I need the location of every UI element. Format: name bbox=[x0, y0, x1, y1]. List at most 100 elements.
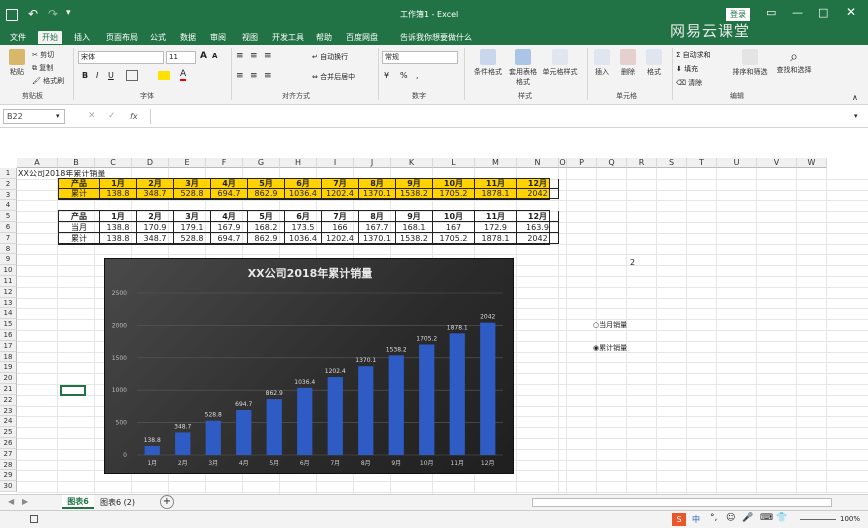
selected-cell-b22[interactable] bbox=[60, 385, 86, 396]
sort-filter-button[interactable]: 排序和筛选 bbox=[728, 49, 772, 77]
table-cell[interactable]: 172.9 bbox=[475, 222, 517, 233]
table-cell[interactable]: 1月 bbox=[100, 179, 137, 189]
table-cell[interactable]: 1202.4 bbox=[322, 189, 359, 199]
column-header[interactable]: E bbox=[169, 158, 206, 168]
insert-function-icon[interactable]: fx bbox=[130, 109, 142, 124]
wrap-text-button[interactable]: ↵ 自动换行 bbox=[312, 52, 348, 62]
ime-chinese-icon[interactable]: 中 bbox=[692, 514, 700, 525]
clear-button[interactable]: ⌫ 清除 bbox=[676, 78, 702, 88]
next-sheet-icon[interactable]: ▶ bbox=[22, 497, 28, 506]
table-cell[interactable]: 1878.1 bbox=[475, 189, 517, 199]
table-cell[interactable]: 167.9 bbox=[211, 222, 248, 233]
row-header[interactable]: 25 bbox=[0, 427, 17, 438]
grow-font-icon[interactable]: A bbox=[200, 51, 207, 61]
column-header[interactable]: P bbox=[567, 158, 597, 168]
table-cell[interactable]: 8月 bbox=[359, 179, 396, 189]
currency-icon[interactable]: ¥ bbox=[384, 71, 389, 80]
zoom-level[interactable]: 100% bbox=[840, 515, 860, 523]
table-cell[interactable]: 528.8 bbox=[174, 233, 211, 244]
underline-icon[interactable]: U bbox=[108, 71, 114, 80]
format-cells-button[interactable]: 格式 bbox=[642, 49, 666, 77]
table-cell[interactable]: 179.1 bbox=[174, 222, 211, 233]
table-cell[interactable]: 4月 bbox=[211, 179, 248, 189]
row-header[interactable]: 21 bbox=[0, 384, 17, 395]
expand-formula-icon[interactable]: ▾ bbox=[854, 112, 858, 120]
cell-p9[interactable]: 2 bbox=[630, 259, 635, 267]
radio-monthly[interactable]: ○当月销量 bbox=[593, 320, 627, 330]
ribbon-display-icon[interactable]: ▭ bbox=[766, 6, 776, 19]
row-header[interactable]: 4 bbox=[0, 200, 17, 212]
table-cell[interactable]: 12月 bbox=[517, 179, 559, 189]
table-cell[interactable]: 348.7 bbox=[137, 233, 174, 244]
table-cell[interactable]: 170.9 bbox=[137, 222, 174, 233]
table-cell[interactable]: 1538.2 bbox=[396, 189, 433, 199]
row-header[interactable]: 20 bbox=[0, 373, 17, 384]
sheet-tab-1[interactable]: 图表6 bbox=[62, 495, 94, 509]
font-color-icon[interactable]: A bbox=[180, 69, 187, 81]
collapse-ribbon-icon[interactable]: ∧ bbox=[852, 93, 858, 102]
format-painter-button[interactable]: 🖌 格式刷 bbox=[32, 76, 64, 86]
row-header[interactable]: 13 bbox=[0, 297, 17, 309]
table-cell[interactable]: 694.7 bbox=[211, 189, 248, 199]
insert-cells-button[interactable]: 插入 bbox=[590, 49, 614, 77]
sheet-tab-2[interactable]: 图表6 (2) bbox=[100, 497, 135, 508]
column-header[interactable]: A bbox=[17, 158, 58, 168]
table-cell[interactable]: 1370.1 bbox=[359, 233, 396, 244]
row-header[interactable]: 18 bbox=[0, 351, 17, 363]
table-cell[interactable]: 1370.1 bbox=[359, 189, 396, 199]
row-header[interactable]: 16 bbox=[0, 330, 17, 341]
copy-button[interactable]: ⧉ 复制 bbox=[32, 63, 53, 73]
column-header[interactable]: G bbox=[243, 158, 280, 168]
table-cell[interactable]: 1705.2 bbox=[433, 189, 475, 199]
row-header[interactable]: 22 bbox=[0, 394, 17, 406]
table-cell[interactable]: 2月 bbox=[137, 179, 174, 189]
table-cumulative[interactable]: 产品 1月 2月 3月 4月 5月 6月 7月 8月 9月 10月 11月 12月 累计 138.8 348.… bbox=[58, 178, 559, 200]
table-cell[interactable]: 1036.4 bbox=[285, 189, 322, 199]
column-header[interactable]: J bbox=[354, 158, 391, 168]
find-select-button[interactable]: ⌕ 查找和选择 bbox=[774, 49, 814, 75]
formula-input[interactable] bbox=[150, 109, 850, 124]
column-header[interactable]: Q bbox=[597, 158, 627, 168]
number-format-select[interactable]: 常规 bbox=[382, 51, 458, 64]
maximize-icon[interactable]: □ bbox=[818, 6, 828, 19]
row-header[interactable]: 11 bbox=[0, 276, 17, 287]
tab-insert[interactable]: 插入 bbox=[70, 31, 94, 44]
row-header[interactable]: 27 bbox=[0, 448, 17, 460]
row-header[interactable]: 28 bbox=[0, 459, 17, 471]
table-cell[interactable]: 产品 bbox=[59, 211, 100, 222]
table-cell[interactable]: 138.8 bbox=[100, 222, 137, 233]
row-header[interactable]: 10 bbox=[0, 265, 17, 276]
column-header[interactable]: L bbox=[433, 158, 475, 168]
column-header[interactable]: D bbox=[132, 158, 169, 168]
table-cell[interactable]: 138.8 bbox=[100, 189, 137, 199]
row-header[interactable]: 6 bbox=[0, 222, 17, 233]
table-cell[interactable]: 167.7 bbox=[359, 222, 396, 233]
autosum-button[interactable]: Σ 自动求和 bbox=[676, 50, 711, 60]
customize-quick-access-icon[interactable]: ▾ bbox=[66, 8, 71, 18]
table-cell[interactable]: 168.1 bbox=[396, 222, 433, 233]
table-cell[interactable]: 1月 bbox=[100, 211, 137, 222]
table-cell[interactable]: 2042 bbox=[517, 233, 559, 244]
table-cell[interactable]: 8月 bbox=[359, 211, 396, 222]
column-header[interactable]: N bbox=[517, 158, 559, 168]
align-left-icon[interactable]: ≡ bbox=[236, 71, 244, 81]
table-cell[interactable]: 6月 bbox=[285, 179, 322, 189]
table-cell[interactable]: 7月 bbox=[322, 179, 359, 189]
zoom-slider[interactable] bbox=[800, 519, 836, 520]
undo-icon[interactable]: ↶ bbox=[28, 7, 38, 21]
row-header[interactable]: 1 bbox=[0, 168, 17, 179]
horizontal-scrollbar[interactable] bbox=[532, 498, 832, 507]
table-cell[interactable]: 166 bbox=[322, 222, 359, 233]
row-header[interactable]: 2 bbox=[0, 178, 17, 190]
row-header[interactable]: 3 bbox=[0, 189, 17, 201]
column-header[interactable]: K bbox=[391, 158, 433, 168]
table-cell[interactable]: 7月 bbox=[322, 211, 359, 222]
fill-color-icon[interactable] bbox=[158, 71, 170, 80]
redo-icon[interactable]: ↷ bbox=[48, 7, 58, 21]
minimize-icon[interactable]: — bbox=[792, 6, 803, 19]
column-header[interactable]: H bbox=[280, 158, 317, 168]
table-cell[interactable]: 862.9 bbox=[248, 233, 285, 244]
table-cell[interactable]: 累计 bbox=[59, 189, 100, 199]
skin-icon[interactable]: 👕 bbox=[776, 513, 787, 523]
microphone-icon[interactable]: 🎤 bbox=[742, 513, 753, 523]
